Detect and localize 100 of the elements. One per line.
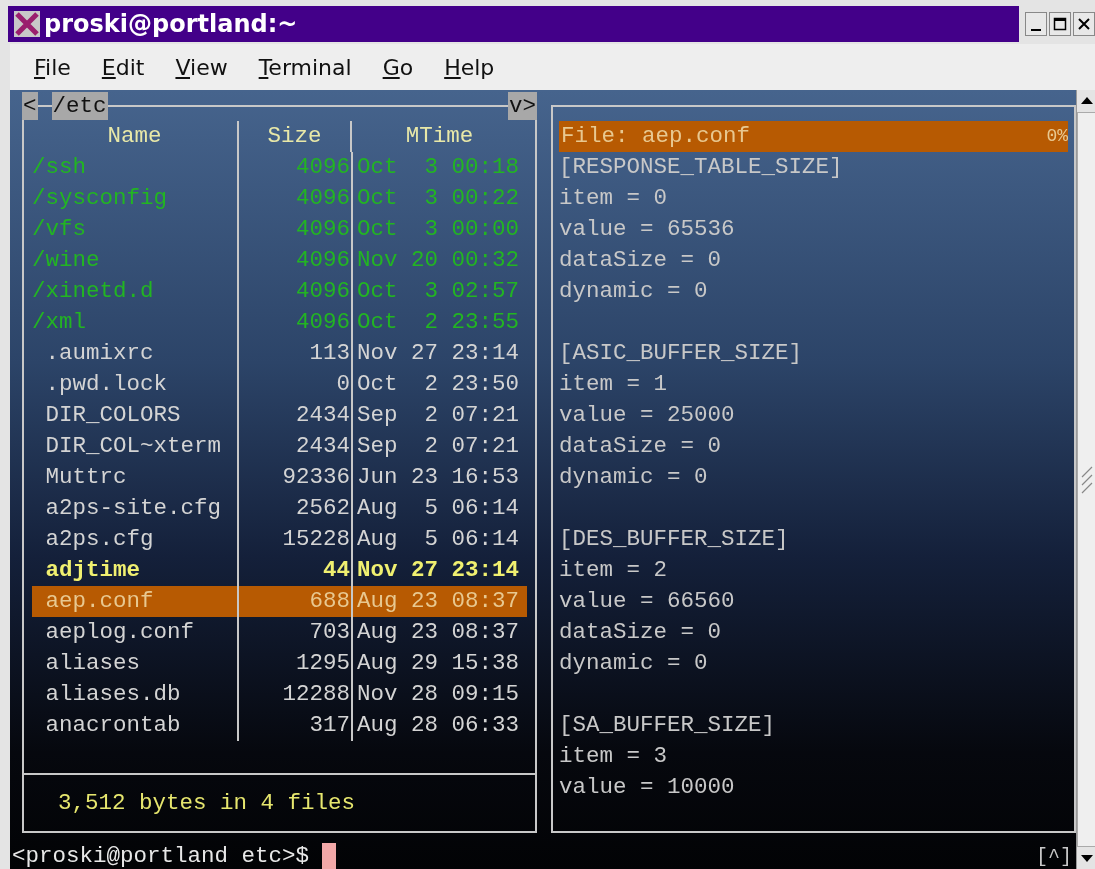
file-size: 0 [239,369,353,400]
window-title: proski@portland:~ [44,10,298,38]
file-mtime: Aug 23 08:37 [356,587,521,616]
menu-item[interactable]: Terminal [258,54,352,80]
menu-item[interactable]: Help [444,54,495,80]
panel-summary: 3,512 bytes in 4 files [58,788,356,818]
scroll-up-icon[interactable] [1077,90,1095,112]
file-row[interactable]: .pwd.lock 0 Oct 2 23:50 [32,369,527,400]
config-line: item = 0 [559,184,669,213]
file-mtime: Nov 28 09:15 [356,680,521,709]
file-size: 2434 [239,400,353,431]
file-mtime: Nov 27 23:14 [356,339,521,368]
config-line: dynamic = 0 [559,649,709,678]
file-size: 1295 [239,648,353,679]
minimize-icon [1031,29,1041,31]
file-size: 2562 [239,493,353,524]
file-size: 4096 [239,245,353,276]
viewer-percent: 0% [1046,125,1068,148]
panel-path: /etc [51,91,108,120]
menu-item[interactable]: View [175,54,228,80]
file-size: 113 [239,338,353,369]
config-line: value = 10000 [559,773,736,802]
config-line: value = 25000 [559,401,736,430]
viewer-file-name: File: aep.conf [560,122,751,151]
scroll-down-icon[interactable] [1077,847,1095,869]
maximize-button[interactable] [1049,12,1071,36]
file-mtime: Nov 27 23:14 [356,556,521,585]
file-name: aeplog.conf [32,617,239,648]
close-icon [1076,16,1092,32]
file-mtime: Aug 29 15:38 [356,649,521,678]
maximize-icon [1052,16,1068,32]
file-size: 4096 [239,214,353,245]
column-header[interactable]: Size [239,121,352,152]
menu-item[interactable]: Go [382,54,414,80]
panel-menu-button[interactable]: v> [508,91,537,120]
file-name: /sysconfig [32,183,239,214]
column-header[interactable]: MTime [352,121,527,152]
config-line: item = 1 [559,370,669,399]
config-line: dataSize = 0 [559,432,723,461]
scroll-marker: [^] [1036,844,1073,869]
file-size: 317 [239,710,353,741]
section-heading: [ASIC_BUFFER_SIZE] [559,339,804,368]
file-row[interactable]: Muttrc 92336 Jun 23 16:53 [32,462,527,493]
file-mtime: Aug 23 08:37 [356,618,521,647]
file-name: DIR_COL~xterm [32,431,239,462]
file-size: 15228 [239,524,353,555]
config-line: dynamic = 0 [559,277,709,306]
file-mtime: Oct 3 02:57 [356,277,521,306]
file-row[interactable]: aliases 1295 Aug 29 15:38 [32,648,527,679]
column-header[interactable]: Name [32,121,239,152]
file-size: 4096 [239,183,353,214]
file-row[interactable]: a2ps.cfg 15228 Aug 5 06:14 [32,524,527,555]
file-size: 4096 [239,307,353,338]
menu-item[interactable]: Edit [101,54,145,80]
file-mtime: Sep 2 07:21 [356,401,521,430]
file-name: /wine [32,245,239,276]
config-line: item = 2 [559,556,669,585]
file-name: aep.conf [32,586,239,617]
file-name: /ssh [32,152,239,183]
file-size: 92336 [239,462,353,493]
config-line: dynamic = 0 [559,463,709,492]
file-row[interactable]: anacrontab 317 Aug 28 06:33 [32,710,527,741]
file-row[interactable]: a2ps-site.cfg 2562 Aug 5 06:14 [32,493,527,524]
close-button[interactable] [1073,12,1095,36]
file-name: Muttrc [32,462,239,493]
file-row[interactable]: .aumixrc 113 Nov 27 23:14 [32,338,527,369]
section-heading: [SA_BUFFER_SIZE] [559,711,777,740]
file-mtime: Nov 20 00:32 [356,246,521,275]
file-mtime: Aug 28 06:33 [356,711,521,740]
section-heading: [RESPONSE_TABLE_SIZE] [559,153,844,182]
file-name: a2ps-site.cfg [32,493,239,524]
file-row[interactable]: aliases.db 12288 Nov 28 09:15 [32,679,527,710]
file-name: aliases.db [32,679,239,710]
file-mtime: Aug 5 06:14 [356,525,521,554]
file-mtime: Oct 3 00:18 [356,153,521,182]
file-size: 4096 [239,152,353,183]
file-mtime: Oct 3 00:22 [356,184,521,213]
config-line: value = 66560 [559,587,736,616]
file-size: 688 [239,586,353,617]
config-line: dataSize = 0 [559,246,723,275]
left-panel-button[interactable]: < [22,91,38,120]
config-line: value = 65536 [559,215,736,244]
file-row[interactable]: DIR_COLORS 2434 Sep 2 07:21 [32,400,527,431]
file-size: 2434 [239,431,353,462]
menu-item[interactable]: File [34,54,71,80]
file-name: DIR_COLORS [32,400,239,431]
file-name: .aumixrc [32,338,239,369]
file-size: 12288 [239,679,353,710]
file-size: 703 [239,617,353,648]
shell-prompt: <proski@portland etc>$ [11,842,310,869]
minimize-button[interactable] [1025,12,1047,36]
file-mtime: Oct 2 23:50 [356,370,521,399]
file-mtime: Aug 5 06:14 [356,494,521,523]
file-name: .pwd.lock [32,369,239,400]
file-name: aliases [32,648,239,679]
file-size: 4096 [239,276,353,307]
file-name: a2ps.cfg [32,524,239,555]
file-row[interactable]: DIR_COL~xterm 2434 Sep 2 07:21 [32,431,527,462]
file-row[interactable]: aeplog.conf 703 Aug 23 08:37 [32,617,527,648]
grip-icon[interactable] [1081,464,1093,495]
